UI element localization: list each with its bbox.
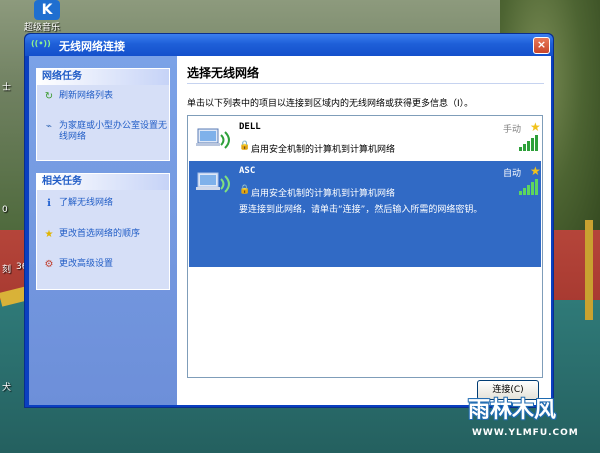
title-bar[interactable]: ((•)) 无线网络连接 × [25, 34, 553, 56]
wireless-icon: ((•)) [31, 39, 51, 48]
desktop-text: 士 [2, 83, 12, 93]
wireless-connection-window: ((•)) 无线网络连接 × 网络任务 ↻ 刷新网络列表 ⌁ 为家庭或小型办公室… [24, 33, 554, 408]
wireless-computer-icon [196, 172, 230, 193]
panel-header: 网络任务 [37, 69, 169, 85]
signal-strength-icon [519, 135, 539, 151]
connection-mode: 自动 [503, 169, 522, 179]
refresh-icon: ↻ [44, 91, 54, 102]
watermark-brand: 雨林木风 [468, 398, 557, 423]
preferred-star-icon: ★ [530, 164, 541, 178]
task-pane: 网络任务 ↻ 刷新网络列表 ⌁ 为家庭或小型办公室设置无线网络 相关任务 ℹ 了… [29, 56, 177, 405]
connection-mode: 手动 [503, 125, 522, 135]
connect-hint: 要连接到此网络，请单击“连接”，然后输入所需的网络密钥。 [239, 205, 483, 215]
desktop-text: 犬 [2, 383, 12, 393]
security-status: 启用安全机制的计算机到计算机网络 [251, 145, 396, 155]
wireless-network-list[interactable]: DELL 手动 ★ 🔒 启用安全机制的计算机到计算机网络 ASC 自动 ★ 🔒 … [187, 115, 543, 378]
desktop-text: 0 [2, 205, 8, 215]
panel-header: 相关任务 [37, 174, 169, 190]
info-icon: ℹ [47, 198, 51, 209]
signal-strength-icon [519, 179, 539, 195]
page-title: 选择无线网络 [187, 66, 260, 80]
related-tasks-panel: 相关任务 ℹ 了解无线网络 ★ 更改首选网络的顺序 ⚙ 更改高级设置 [36, 173, 170, 290]
preferred-star-icon: ★ [530, 120, 541, 134]
window-title: 无线网络连接 [59, 40, 125, 53]
settings-icon: ⚙ [44, 259, 54, 270]
watermark-logo: 雨林木风 WWW.YLMFU.COM [460, 392, 600, 453]
close-icon: × [536, 38, 547, 51]
divider [187, 83, 544, 84]
desktop-icon-label[interactable]: 超级音乐 [24, 20, 74, 33]
lock-icon: 🔒 [239, 185, 251, 195]
network-ssid: ASC [239, 166, 256, 176]
network-item-asc[interactable]: ASC 自动 ★ 🔒 启用安全机制的计算机到计算机网络 要连接到此网络，请单击“… [189, 161, 541, 267]
network-item-dell[interactable]: DELL 手动 ★ 🔒 启用安全机制的计算机到计算机网络 [189, 117, 541, 161]
lock-icon: 🔒 [239, 141, 251, 151]
music-app-icon[interactable]: K [34, 0, 60, 20]
window-client: 网络任务 ↻ 刷新网络列表 ⌁ 为家庭或小型办公室设置无线网络 相关任务 ℹ 了… [29, 56, 551, 405]
network-ssid: DELL [239, 122, 261, 132]
close-button[interactable]: × [533, 37, 550, 54]
network-list-pane: 选择无线网络 单击以下列表中的项目以连接到区域内的无线网络或获得更多信息（I）。… [177, 56, 551, 405]
security-status: 启用安全机制的计算机到计算机网络 [251, 189, 396, 199]
desktop-text: 刻 [2, 265, 12, 275]
star-icon: ★ [44, 229, 54, 240]
watermark-url: WWW.YLMFU.COM [472, 428, 579, 438]
wireless-computer-icon [196, 128, 230, 149]
wireless-setup-icon: ⌁ [45, 121, 53, 132]
network-tasks-panel: 网络任务 ↻ 刷新网络列表 ⌁ 为家庭或小型办公室设置无线网络 [36, 68, 170, 161]
instruction-text: 单击以下列表中的项目以连接到区域内的无线网络或获得更多信息（I）。 [187, 99, 474, 109]
